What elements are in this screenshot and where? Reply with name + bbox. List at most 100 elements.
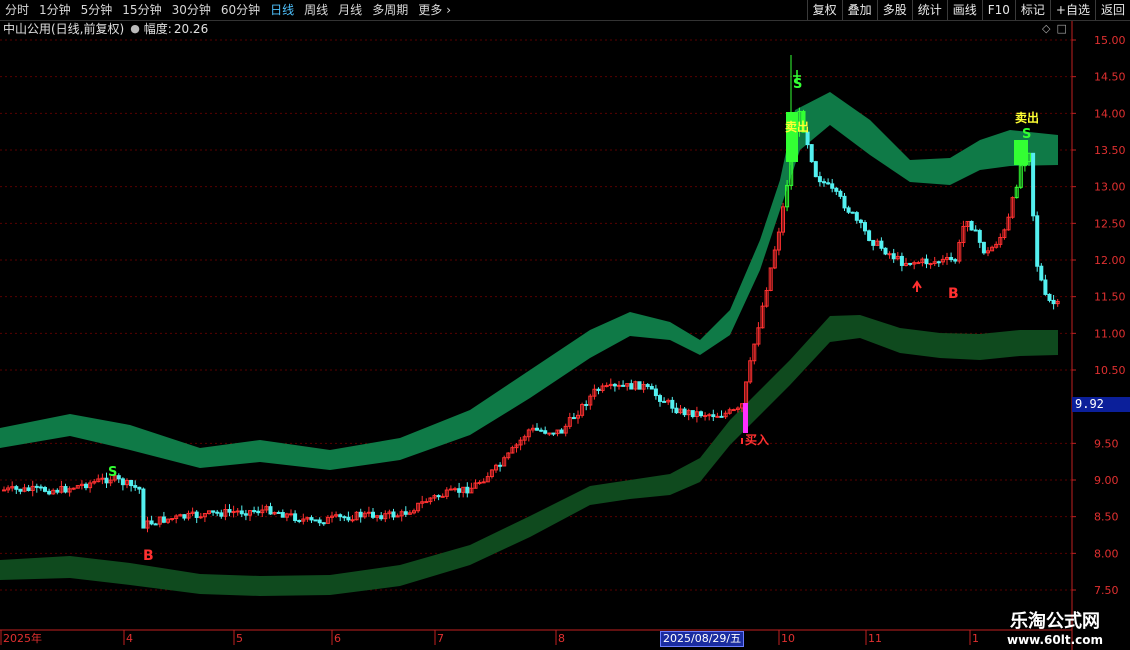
signal-label: 卖出 — [1015, 110, 1039, 125]
candle-body — [596, 388, 601, 391]
candle-body — [846, 207, 851, 213]
period-tab-7[interactable]: 周线 — [299, 0, 333, 20]
candle-body — [371, 511, 375, 518]
candle-body — [26, 487, 31, 491]
candle-body — [973, 229, 978, 232]
candle-body — [899, 255, 904, 266]
candle-body — [719, 415, 724, 418]
more-chevron-icon[interactable]: › — [441, 0, 456, 20]
sell-signal-bar-2 — [1014, 140, 1028, 165]
toolbar-button-8[interactable]: 返回 — [1094, 0, 1130, 20]
period-tab-1[interactable]: 1分钟 — [34, 0, 76, 20]
candle-body — [637, 381, 642, 390]
candle-body — [84, 483, 88, 489]
candle-body — [658, 395, 662, 402]
candle-body — [711, 414, 716, 418]
candle-body — [403, 511, 408, 515]
toolbar-button-0[interactable]: 复权 — [806, 0, 842, 20]
period-tab-2[interactable]: 5分钟 — [76, 0, 118, 20]
kline-chart[interactable]: 15.00 14.50 14.00 13.50 13.00 12.50 12.00 11.50… — [0, 0, 1130, 650]
amplitude-value: 20.26 — [173, 22, 209, 36]
y-tick-label: 9.00 — [1094, 474, 1119, 487]
candle-body — [436, 495, 441, 498]
candle-body — [235, 510, 240, 513]
candle-body — [1039, 265, 1044, 281]
candle-body — [133, 485, 138, 488]
x-tick-label: 8 — [558, 632, 565, 645]
candle-body — [703, 415, 708, 418]
candle-body — [854, 212, 859, 221]
candle-body — [981, 241, 986, 254]
candle-body — [149, 520, 154, 525]
candle-body — [211, 510, 216, 513]
candle-body — [43, 487, 47, 492]
y-tick-label: 14.50 — [1094, 71, 1126, 84]
candle-body — [358, 511, 363, 518]
toolbar-button-5[interactable]: F10 — [981, 0, 1015, 20]
period-tab-6[interactable]: 日线 — [265, 0, 299, 20]
candle-body — [465, 486, 470, 494]
candle-body — [170, 518, 175, 521]
diamond-icon[interactable]: ◇ — [1042, 22, 1050, 35]
candle-body — [100, 477, 105, 480]
candle-body — [653, 388, 658, 397]
candle-body — [539, 429, 544, 432]
candle-body — [670, 399, 675, 409]
x-tick-label: 7 — [437, 632, 444, 645]
toolbar-button-2[interactable]: 多股 — [876, 0, 912, 20]
candle-body — [137, 486, 142, 490]
candle-body — [440, 495, 445, 498]
candle-body — [707, 414, 712, 417]
toolbar-button-1[interactable]: 叠加 — [841, 0, 877, 20]
candle-body — [682, 408, 687, 416]
toolbar-button-3[interactable]: 统计 — [911, 0, 947, 20]
candle-body — [453, 488, 457, 491]
candle-body — [850, 211, 855, 214]
candle-body — [321, 522, 326, 525]
candle-body — [813, 161, 818, 178]
signal-label: 卖出 — [785, 119, 809, 134]
candle-body — [231, 511, 236, 514]
toolbar-button-4[interactable]: 画线 — [946, 0, 982, 20]
toolbar-button-7[interactable]: +自选 — [1049, 0, 1095, 20]
candle-body — [916, 262, 921, 265]
period-tab-5[interactable]: 60分钟 — [216, 0, 265, 20]
candle-body — [863, 222, 867, 232]
y-tick-label: 11.00 — [1094, 327, 1126, 340]
candle-body — [38, 486, 43, 489]
candle-body — [481, 481, 486, 484]
period-tab-3[interactable]: 15分钟 — [117, 0, 166, 20]
period-tab-4[interactable]: 30分钟 — [167, 0, 216, 20]
signal-label: B — [948, 286, 959, 302]
candle-body — [161, 516, 166, 523]
candle-body — [571, 417, 576, 420]
candle-body — [153, 523, 158, 526]
x-tick-label: 10 — [781, 632, 795, 645]
candle-body — [977, 230, 982, 243]
candle-body — [559, 429, 564, 434]
settings-gear-icon[interactable]: ● — [130, 20, 140, 38]
square-icon[interactable]: □ — [1056, 22, 1066, 35]
candle-body — [805, 131, 810, 146]
candle-body — [1047, 293, 1052, 301]
candle-body — [120, 478, 125, 486]
candle-body — [629, 383, 634, 390]
candle-body — [612, 383, 617, 387]
candle-body — [141, 488, 146, 529]
period-tab-0[interactable]: 分时 — [0, 0, 34, 20]
x-tick-label: 11 — [868, 632, 882, 645]
candle-body — [129, 479, 134, 487]
period-tab-9[interactable]: 多周期 — [367, 0, 413, 20]
candle-body — [551, 432, 556, 435]
toolbar-button-6[interactable]: 标记 — [1014, 0, 1050, 20]
watermark-url: www.60lt.com — [1006, 633, 1104, 647]
period-tab-8[interactable]: 月线 — [333, 0, 367, 20]
y-tick-label: 12.00 — [1094, 254, 1126, 267]
candle-body — [953, 259, 958, 262]
candle-body — [457, 488, 462, 493]
candle-body — [949, 257, 954, 261]
candle-body — [822, 181, 826, 184]
candle-body — [47, 490, 52, 495]
candle-body — [1031, 152, 1036, 217]
candle-body — [809, 144, 814, 163]
